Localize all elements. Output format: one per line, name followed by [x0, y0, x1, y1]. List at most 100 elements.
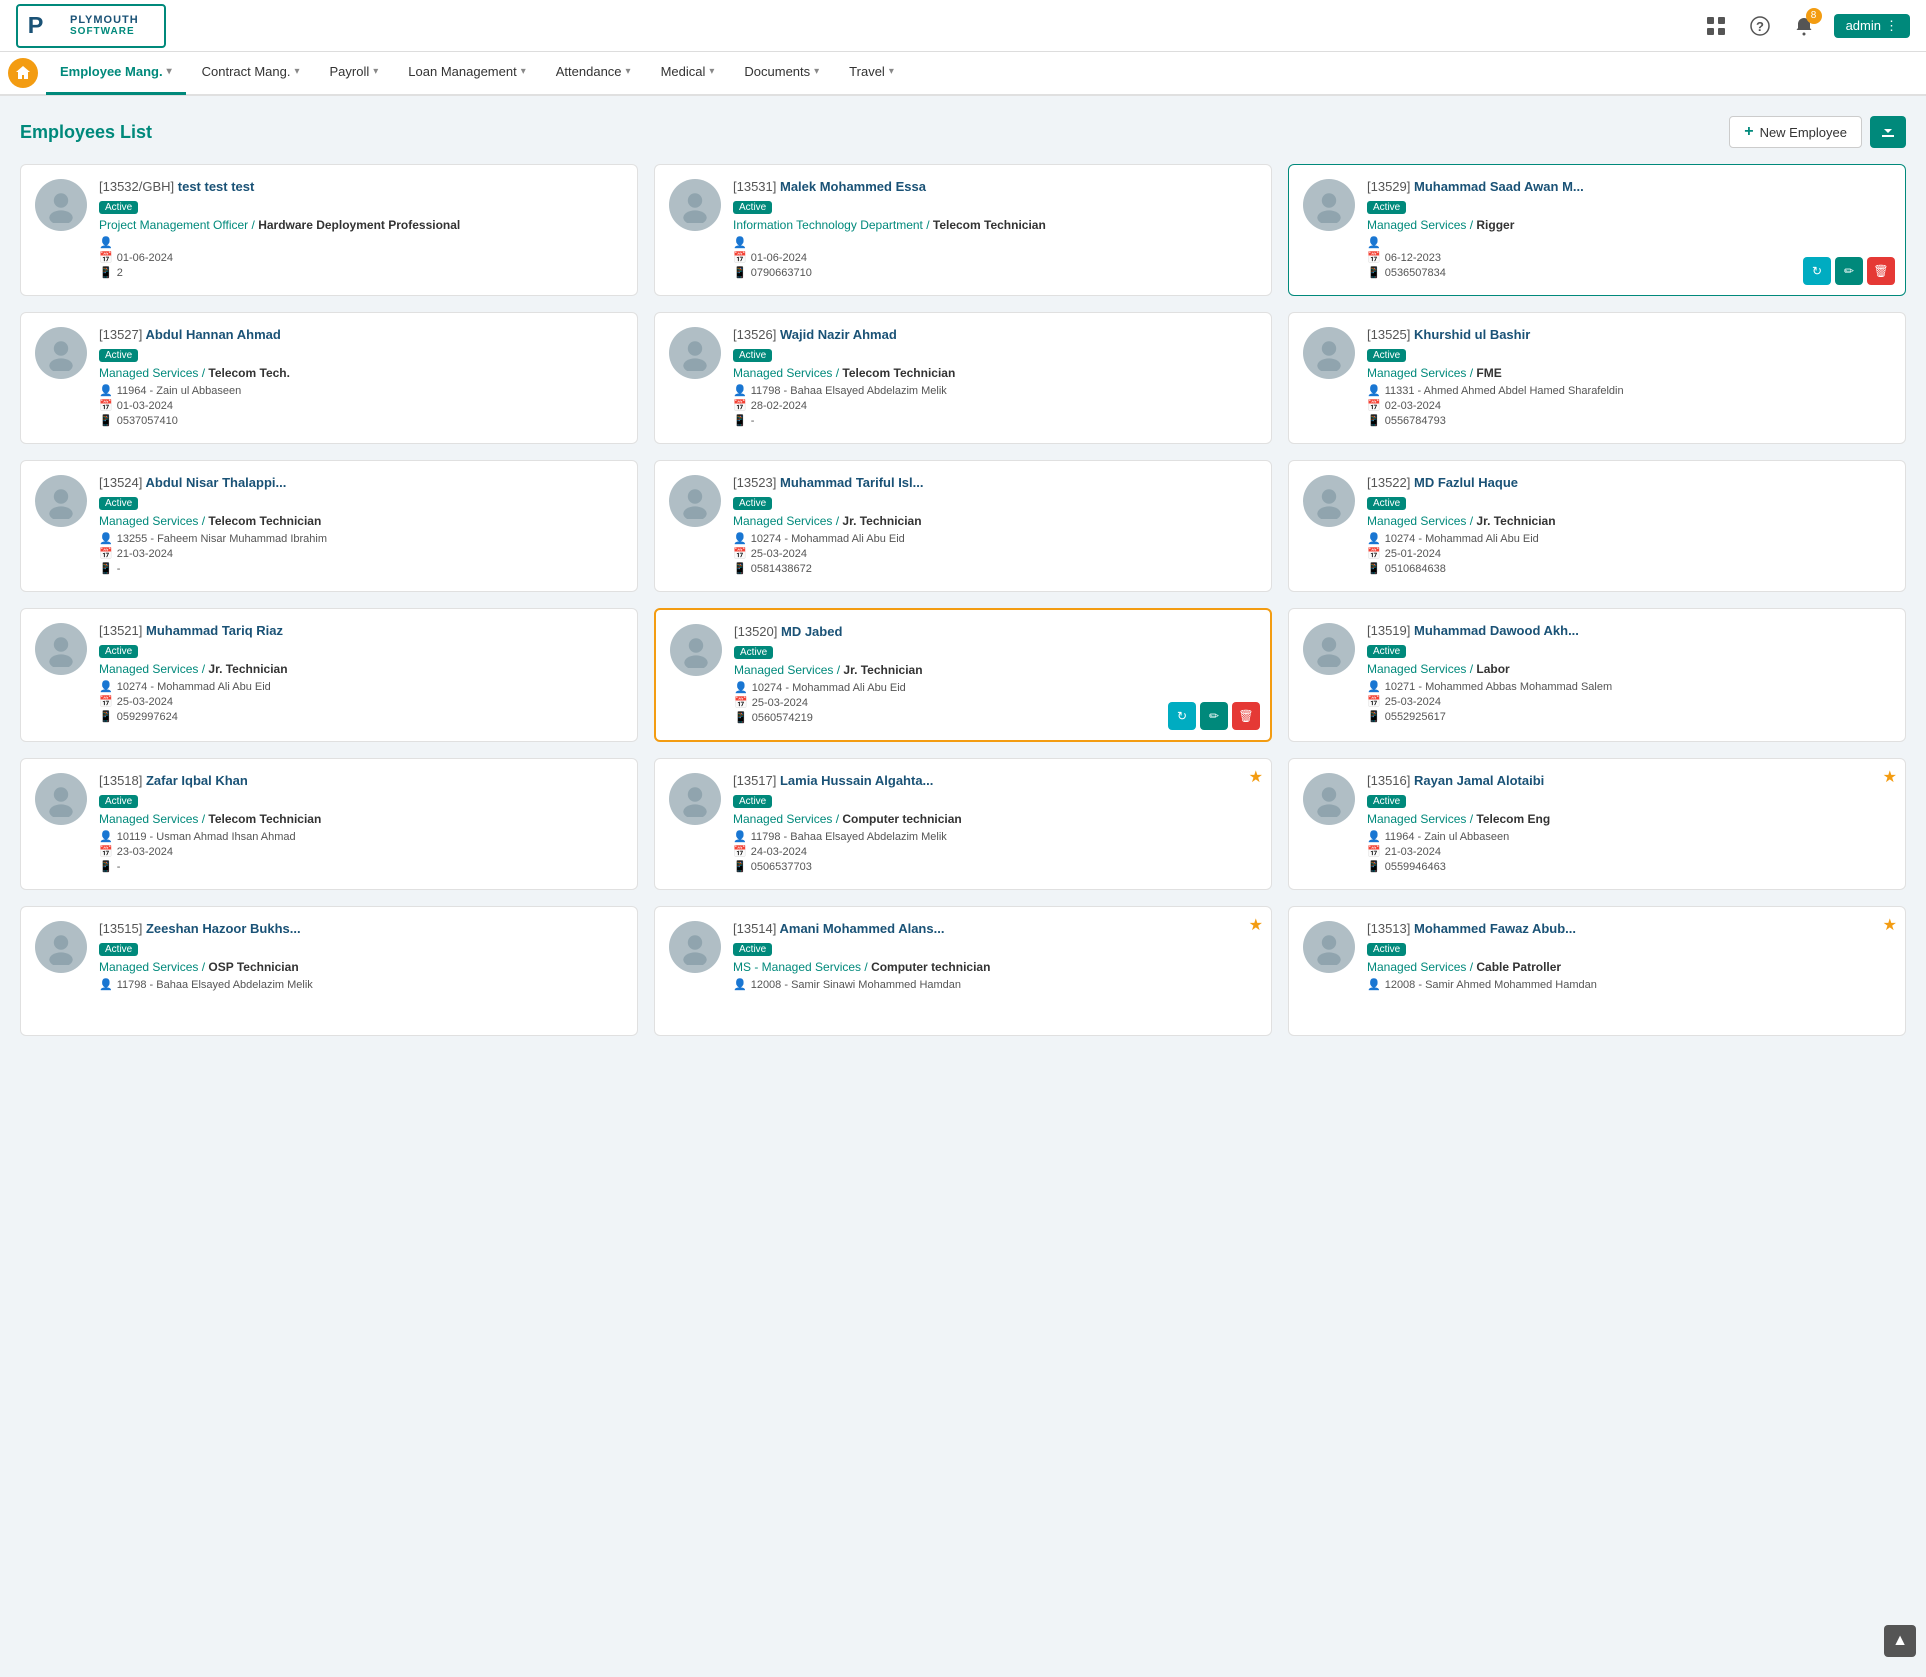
employee-manager: 👤 13255 - Faheem Nisar Muhammad Ibrahim	[99, 532, 623, 545]
menu-label-travel: Travel	[849, 64, 885, 79]
employee-card[interactable]: [13522] MD Fazlul Haque Active Managed S…	[1288, 460, 1906, 592]
employee-card[interactable]: [13514] Amani Mohammed Alans... Active M…	[654, 906, 1272, 1036]
employee-date: 📅 21-03-2024	[99, 547, 623, 560]
employee-id: [13529]	[1367, 179, 1410, 194]
grid-icon[interactable]	[1702, 12, 1730, 40]
logo-text: PLYMOUTH SOFTWARE	[70, 14, 139, 37]
employee-phone: 📱 0592997624	[99, 710, 623, 723]
phone-icon: 📱	[1367, 860, 1381, 873]
employee-card[interactable]: [13513] Mohammed Fawaz Abub... Active Ma…	[1288, 906, 1906, 1036]
employee-id: [13517]	[733, 773, 776, 788]
person-icon: 👤	[733, 978, 747, 991]
menu-item-attendance[interactable]: Attendance ▾	[542, 51, 645, 95]
delete-button[interactable]: 🗑	[1232, 702, 1260, 730]
employee-id: [13519]	[1367, 623, 1410, 638]
card-body: [13523] Muhammad Tariful Isl... Active M…	[733, 475, 1257, 577]
phone-icon: 📱	[99, 266, 113, 279]
employee-card[interactable]: [13519] Muhammad Dawood Akh... Active Ma…	[1288, 608, 1906, 742]
employee-name: [13518] Zafar Iqbal Khan	[99, 773, 623, 788]
employee-manager: 👤 11798 - Bahaa Elsayed Abdelazim Melik	[99, 978, 623, 991]
status-badge: Active	[1367, 943, 1406, 956]
card-body: [13531] Malek Mohammed Essa Active Infor…	[733, 179, 1257, 281]
logo: P PLYMOUTH SOFTWARE	[16, 4, 166, 48]
employee-name: [13525] Khurshid ul Bashir	[1367, 327, 1891, 342]
employee-card[interactable]: [13515] Zeeshan Hazoor Bukhs... Active M…	[20, 906, 638, 1036]
chevron-down-icon: ▾	[167, 66, 172, 77]
calendar-icon: 📅	[99, 695, 113, 708]
scroll-top-button[interactable]: ▲	[1884, 1625, 1916, 1657]
notification-badge: 8	[1806, 8, 1822, 24]
person-icon: 👤	[1367, 830, 1381, 843]
new-employee-button[interactable]: + New Employee	[1729, 116, 1862, 148]
employee-card[interactable]: [13525] Khurshid ul Bashir Active Manage…	[1288, 312, 1906, 444]
employee-card[interactable]: [13527] Abdul Hannan Ahmad Active Manage…	[20, 312, 638, 444]
employee-phone: 📱 -	[99, 860, 623, 873]
employee-card[interactable]: [13518] Zafar Iqbal Khan Active Managed …	[20, 758, 638, 890]
bell-icon[interactable]: 8	[1790, 12, 1818, 40]
status-badge: Active	[99, 349, 138, 362]
delete-button[interactable]: 🗑	[1867, 257, 1895, 285]
menu-item-employee[interactable]: Employee Mang. ▾	[46, 51, 186, 95]
calendar-icon: 📅	[733, 845, 747, 858]
logo-icon: P	[26, 8, 62, 44]
employee-name: [13516] Rayan Jamal Alotaibi	[1367, 773, 1891, 788]
card-body: [13532/GBH] test test test Active Projec…	[99, 179, 623, 281]
employee-department: Managed Services / Telecom Technician	[99, 812, 623, 826]
admin-button[interactable]: admin ⋮	[1834, 14, 1910, 38]
employee-card[interactable]: [13531] Malek Mohammed Essa Active Infor…	[654, 164, 1272, 296]
phone-icon: 📱	[733, 860, 747, 873]
menu-item-documents[interactable]: Documents ▾	[730, 51, 833, 95]
menu-item-payroll[interactable]: Payroll ▾	[316, 51, 393, 95]
status-badge: Active	[734, 646, 773, 659]
employee-card[interactable]: [13532/GBH] test test test Active Projec…	[20, 164, 638, 296]
chevron-down-icon: ▾	[373, 66, 378, 77]
employee-date: 📅 01-06-2024	[733, 251, 1257, 264]
card-actions: ↻ ✏ 🗑	[1168, 702, 1260, 730]
person-icon: 👤	[99, 830, 113, 843]
status-badge: Active	[99, 497, 138, 510]
calendar-icon: 📅	[1367, 695, 1381, 708]
employee-card[interactable]: [13529] Muhammad Saad Awan M... Active M…	[1288, 164, 1906, 296]
person-icon: 👤	[1367, 236, 1381, 249]
card-body: [13513] Mohammed Fawaz Abub... Active Ma…	[1367, 921, 1891, 1021]
employee-department: MS - Managed Services / Computer technic…	[733, 960, 1257, 974]
employee-department: Managed Services / Telecom Technician	[733, 366, 1257, 380]
export-button[interactable]	[1870, 116, 1906, 148]
card-actions: ↻ ✏ 🗑	[1803, 257, 1895, 285]
status-badge: Active	[99, 645, 138, 658]
employee-card[interactable]: [13521] Muhammad Tariq Riaz Active Manag…	[20, 608, 638, 742]
card-body: [13524] Abdul Nisar Thalappi... Active M…	[99, 475, 623, 577]
employee-card[interactable]: [13517] Lamia Hussain Algahta... Active …	[654, 758, 1272, 890]
home-button[interactable]	[8, 58, 38, 88]
employee-phone: 📱 0537057410	[99, 414, 623, 427]
employee-department: Information Technology Department / Tele…	[733, 218, 1257, 232]
refresh-button[interactable]: ↻	[1168, 702, 1196, 730]
refresh-button[interactable]: ↻	[1803, 257, 1831, 285]
edit-button[interactable]: ✏	[1835, 257, 1863, 285]
employee-manager: 👤	[99, 236, 623, 249]
employee-id: [13521]	[99, 623, 142, 638]
card-body: [13519] Muhammad Dawood Akh... Active Ma…	[1367, 623, 1891, 727]
employee-card[interactable]: [13524] Abdul Nisar Thalappi... Active M…	[20, 460, 638, 592]
employee-card[interactable]: [13526] Wajid Nazir Ahmad Active Managed…	[654, 312, 1272, 444]
person-icon: 👤	[1367, 680, 1381, 693]
phone-icon: 📱	[1367, 710, 1381, 723]
menu-item-travel[interactable]: Travel ▾	[835, 51, 908, 95]
page-header: Employees List + New Employee	[20, 116, 1906, 148]
avatar	[1303, 475, 1355, 527]
avatar	[35, 623, 87, 675]
employee-card[interactable]: [13520] MD Jabed Active Managed Services…	[654, 608, 1272, 742]
employee-card[interactable]: [13523] Muhammad Tariful Isl... Active M…	[654, 460, 1272, 592]
help-icon[interactable]: ?	[1746, 12, 1774, 40]
chevron-down-icon: ▾	[814, 66, 819, 77]
employee-card[interactable]: [13516] Rayan Jamal Alotaibi Active Mana…	[1288, 758, 1906, 890]
card-body: [13525] Khurshid ul Bashir Active Manage…	[1367, 327, 1891, 429]
edit-button[interactable]: ✏	[1200, 702, 1228, 730]
menu-item-contract[interactable]: Contract Mang. ▾	[188, 51, 314, 95]
employee-department: Managed Services / Telecom Technician	[99, 514, 623, 528]
menu-label-medical: Medical	[661, 64, 706, 79]
employee-date: 📅 02-03-2024	[1367, 399, 1891, 412]
menu-item-medical[interactable]: Medical ▾	[647, 51, 729, 95]
employee-manager: 👤 10119 - Usman Ahmad Ihsan Ahmad	[99, 830, 623, 843]
menu-item-loan[interactable]: Loan Management ▾	[394, 51, 539, 95]
